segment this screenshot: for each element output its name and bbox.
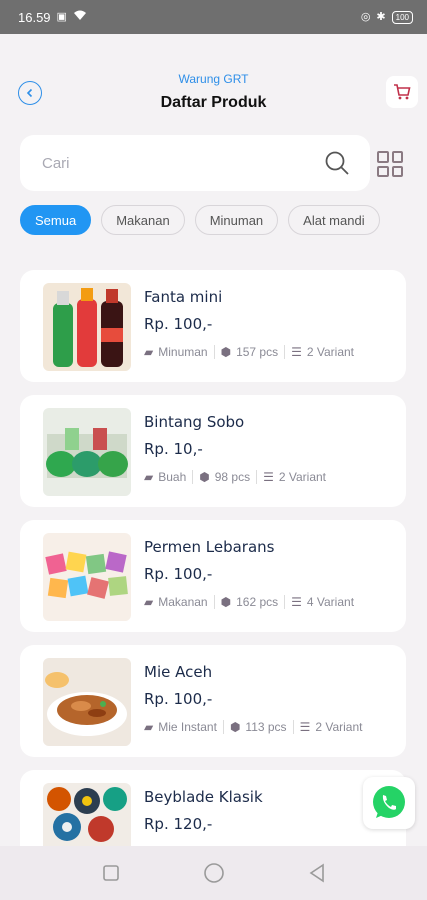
- product-price: Rp. 10,-: [144, 440, 203, 458]
- page-title: Daftar Produk: [160, 94, 267, 111]
- search-icon[interactable]: [324, 150, 350, 176]
- product-category: Buah: [158, 470, 187, 484]
- bluetooth-icon: ✱: [376, 10, 386, 23]
- product-variants: 2 Variant: [306, 345, 355, 359]
- list-icon: ☰: [299, 720, 311, 734]
- status-time: 16.59: [18, 9, 51, 25]
- product-meta: ▰ Buah ⬢ 98 pcs ☰ 2 Variant: [144, 470, 326, 484]
- product-variants: 4 Variant: [306, 595, 355, 609]
- product-price: Rp. 100,-: [144, 315, 213, 333]
- product-price: Rp. 100,-: [144, 690, 213, 708]
- product-card[interactable]: Mie Aceh Rp. 100,- ▰ Mie Instant ⬢ 113 p…: [20, 645, 406, 757]
- category-filters: Semua Makanan Minuman Alat mandi: [20, 205, 380, 235]
- filter-chip-alat-mandi[interactable]: Alat mandi: [288, 205, 380, 235]
- product-meta: ▰ Minuman ⬢ 157 pcs ☰ 2 Variant: [144, 345, 354, 359]
- whatsapp-button[interactable]: [363, 777, 415, 829]
- store-name: Warung GRT: [178, 72, 249, 86]
- location-icon: ◎: [360, 10, 371, 23]
- system-nav-bar: [0, 846, 427, 900]
- product-name: Fanta mini: [144, 288, 223, 306]
- box-icon: ⬢: [199, 470, 210, 484]
- product-price: Rp. 100,-: [144, 565, 213, 583]
- product-meta: ▰ Mie Instant ⬢ 113 pcs ☰ 2 Variant: [144, 720, 362, 734]
- product-image-colorful-candies: [43, 533, 131, 621]
- product-stock: 98 pcs: [214, 470, 251, 484]
- product-card[interactable]: Fanta mini Rp. 100,- ▰ Minuman ⬢ 157 pcs…: [20, 270, 406, 382]
- product-meta: ▰ Makanan ⬢ 162 pcs ☰ 4 Variant: [144, 595, 354, 609]
- product-category: Minuman: [158, 345, 208, 359]
- filter-chip-semua[interactable]: Semua: [20, 205, 92, 235]
- search-input[interactable]: [40, 153, 304, 173]
- recent-apps-icon[interactable]: [102, 864, 120, 882]
- grid-view-icon[interactable]: [377, 151, 403, 177]
- product-category: Makanan: [158, 595, 208, 609]
- box-icon: ⬢: [229, 720, 241, 734]
- home-icon[interactable]: [203, 862, 225, 884]
- product-name: Bintang Sobo: [144, 413, 245, 431]
- product-stock: 157 pcs: [236, 345, 279, 359]
- box-icon: ⬢: [220, 345, 232, 359]
- product-stock: 113 pcs: [245, 720, 287, 734]
- battery-icon: 100: [391, 10, 413, 24]
- product-stock: 162 pcs: [236, 595, 279, 609]
- product-price: Rp. 120,-: [144, 815, 213, 833]
- list-icon: ☰: [291, 345, 302, 359]
- product-list: Fanta mini Rp. 100,- ▰ Minuman ⬢ 157 pcs…: [20, 270, 406, 895]
- product-variants: 2 Variant: [278, 470, 327, 484]
- app-header: Warung GRT Daftar Produk: [0, 60, 427, 120]
- product-name: Beyblade Klasik: [144, 788, 263, 806]
- filter-chip-minuman[interactable]: Minuman: [194, 205, 279, 235]
- list-icon: ☰: [291, 595, 302, 609]
- back-nav-icon[interactable]: [308, 863, 326, 883]
- cart-button[interactable]: [386, 76, 418, 108]
- list-icon: ☰: [263, 470, 274, 484]
- filter-chip-makanan[interactable]: Makanan: [101, 205, 185, 235]
- category-icon: ▰: [144, 720, 154, 734]
- product-card[interactable]: Permen Lebarans Rp. 100,- ▰ Makanan ⬢ 16…: [20, 520, 406, 632]
- product-category: Mie Instant: [158, 720, 217, 734]
- category-icon: ▰: [144, 470, 154, 484]
- product-card[interactable]: Bintang Sobo Rp. 10,- ▰ Buah ⬢ 98 pcs ☰ …: [20, 395, 406, 507]
- product-name: Mie Aceh: [144, 663, 213, 681]
- image-notification-icon: ▣: [56, 10, 67, 23]
- wifi-icon: [73, 10, 87, 24]
- cart-icon: [394, 84, 411, 100]
- category-icon: ▰: [144, 595, 154, 609]
- whatsapp-icon: [373, 786, 405, 818]
- product-image-green-dessert-cups: [43, 408, 131, 496]
- product-name: Permen Lebarans: [144, 538, 275, 556]
- box-icon: ⬢: [220, 595, 232, 609]
- product-variants: 2 Variant: [315, 720, 363, 734]
- status-bar: 16.59 ▣ ◎ ✱ 100: [0, 0, 427, 34]
- search-bar: [20, 135, 370, 191]
- product-image-fried-noodles: [43, 658, 131, 746]
- category-icon: ▰: [144, 345, 154, 359]
- product-image-soda-bottles: [43, 283, 131, 371]
